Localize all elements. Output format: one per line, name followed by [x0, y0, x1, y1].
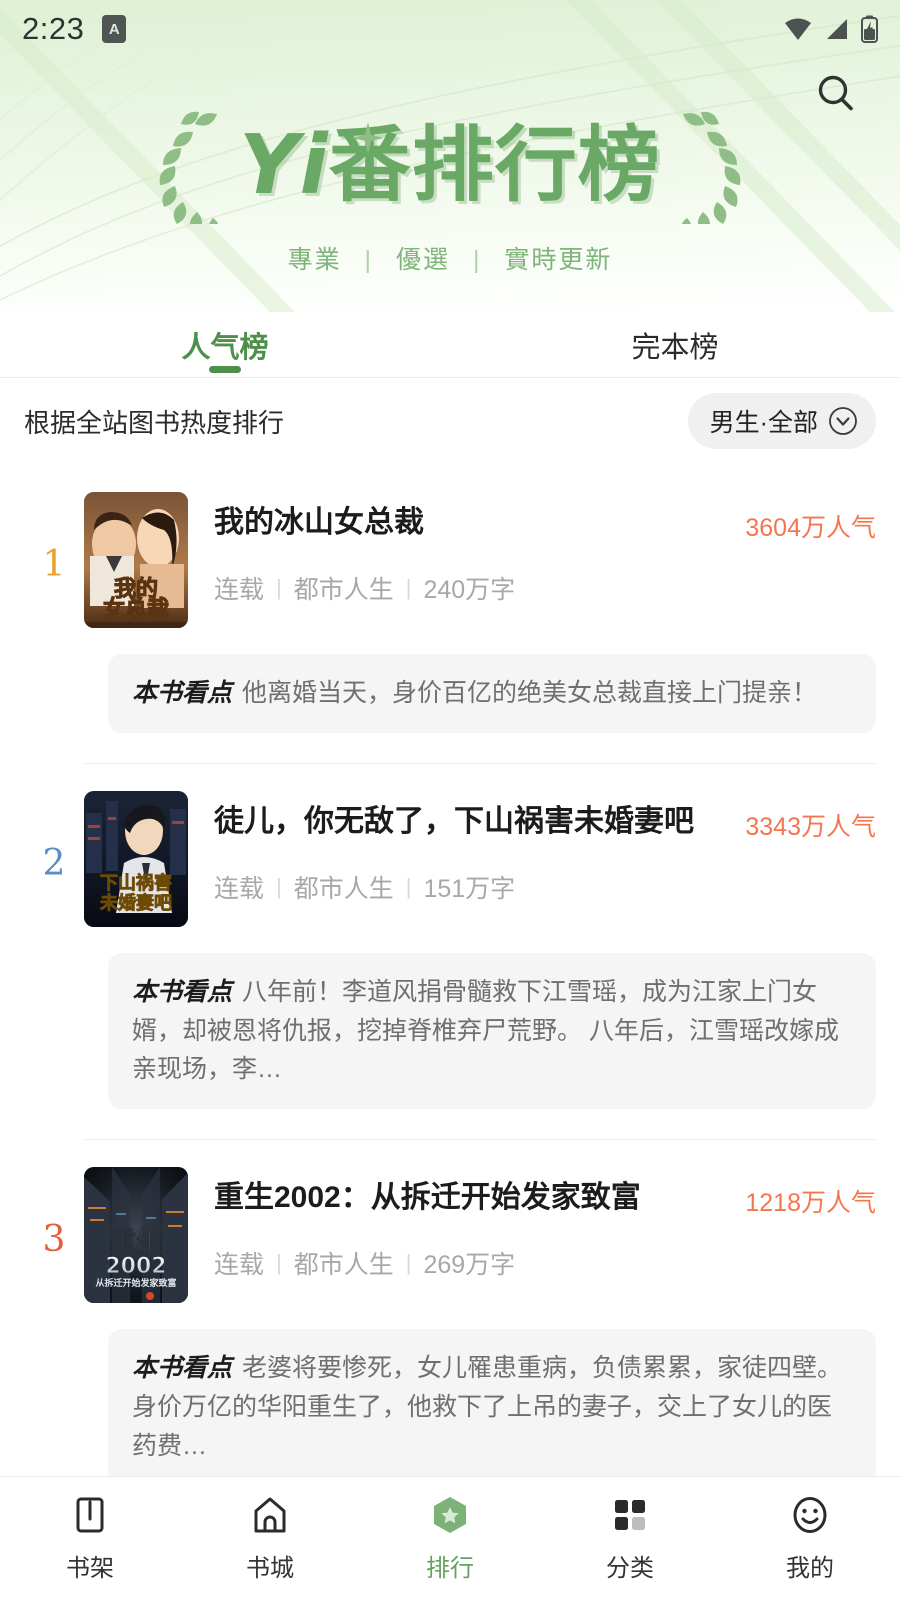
book-list-item[interactable]: 3 重生 2002 从拆迁开始发家致富 重生2002：从拆迁开始发家致富 121… [0, 1139, 900, 1515]
svg-text:从拆迁开始发家致富: 从拆迁开始发家致富 [95, 1277, 176, 1289]
book-heat: 3343万人气 [745, 812, 876, 841]
rank-number: 3 [42, 1219, 66, 1260]
book-blurb: 本书看点 八年前！李道风捐骨髓救下江雪瑶，成为江家上门女婿，却被恩将仇报，挖掉脊椎… [108, 952, 876, 1109]
list-subheader: 根据全站图书热度排行 男生·全部 [0, 378, 900, 464]
tagline-separator-0: | [364, 246, 374, 274]
bottom-navigation: 书架 书城 排行 分类 我的 [0, 1476, 900, 1600]
book-list-item[interactable]: 2 下山祸害 未婚妻吧 徒儿，你无敌了，下山祸害未婚妻吧 3343万人气 连载 … [0, 762, 900, 1139]
svg-text:下山祸害: 下山祸害 [100, 872, 172, 894]
book-cover-my-iceberg-ceo[interactable]: 我的 女总裁 [84, 492, 188, 628]
nav-label-ranking: 排行 [426, 1555, 474, 1582]
book-blurb: 本书看点 他离婚当天，身价百亿的绝美女总裁直接上门提亲！ [108, 654, 876, 733]
book-title[interactable]: 我的冰山女总裁 [214, 504, 731, 542]
tab-completed[interactable]: 完本榜 [450, 312, 900, 377]
laurel-left-icon [159, 111, 219, 224]
tab-popularity[interactable]: 人气榜 [0, 312, 450, 377]
search-icon [818, 75, 853, 111]
tagline-item-1: 優選 [395, 246, 450, 274]
nav-label-profile: 我的 [786, 1555, 834, 1582]
ranking-banner: 2:23 A Yi番排行榜 專業 | 優選 | 實時更新 [0, 0, 900, 312]
svg-text:未婚妻吧: 未婚妻吧 [100, 892, 172, 914]
nav-item-profile[interactable]: 我的 [720, 1494, 900, 1583]
book-words: 269万字 [423, 1251, 516, 1279]
meta-separator: | [276, 1250, 282, 1275]
book-status: 连载 [214, 874, 265, 903]
ranking-list: 1 我的 女总裁 我的冰山女总裁 3604万人气 连载 | 都市人生 | 240… [0, 464, 900, 1600]
tagline-item-0: 專業 [287, 246, 342, 274]
book-title[interactable]: 重生2002：从拆迁开始发家致富 [214, 1179, 731, 1217]
nav-item-category[interactable]: 分类 [540, 1494, 720, 1583]
book-cover-rebirth-2002[interactable]: 重生 2002 从拆迁开始发家致富 [84, 1167, 188, 1303]
ranking-tabs: 人气榜 完本榜 [0, 312, 900, 378]
book-heat: 3604万人气 [745, 514, 876, 542]
profile-smiley-icon [793, 1497, 827, 1533]
book-meta: 连载 | 都市人生 | 240万字 [214, 570, 876, 606]
nav-label-category: 分类 [606, 1555, 654, 1582]
bookshelf-icon [76, 1497, 104, 1533]
rank-number: 1 [42, 544, 66, 585]
rank-number: 2 [42, 842, 66, 884]
book-title[interactable]: 徒儿，你无敌了，下山祸害未婚妻吧 [214, 803, 731, 841]
book-words: 240万字 [423, 576, 516, 604]
book-category: 都市人生 [293, 874, 394, 903]
book-status: 连载 [214, 576, 265, 604]
battery-charging-icon [861, 15, 878, 43]
nav-item-bookstore[interactable]: 书城 [180, 1494, 360, 1583]
book-blurb: 本书看点 老婆将要惨死，女儿罹患重病，负债累累，家徒四壁。身价万亿的华阳重生了，他… [108, 1329, 876, 1486]
blurb-text: 老婆将要惨死，女儿罹患重病，负债累累，家徒四壁。身价万亿的华阳重生了，他救下了上… [132, 1354, 843, 1460]
meta-separator: | [405, 873, 412, 899]
blurb-text: 他离婚当天，身价百亿的绝美女总裁直接上门提亲！ [242, 679, 818, 707]
blurb-tag: 本书看点 [132, 679, 233, 707]
status-icons [783, 15, 878, 43]
ranking-badge-icon [434, 1497, 466, 1533]
nav-label-bookshelf: 书架 [66, 1555, 114, 1582]
status-bar: 2:23 A [0, 0, 900, 58]
ranking-logo-text: Yi番排行榜 [239, 122, 661, 207]
banner-tagline: 專業 | 優選 | 實時更新 [0, 240, 900, 276]
app-notification-icon: A [102, 15, 127, 43]
logo-block: Yi番排行榜 [0, 108, 900, 224]
book-status: 连载 [214, 1251, 265, 1279]
home-icon [254, 1497, 286, 1533]
status-time: 2:23 [22, 11, 85, 46]
meta-separator: | [276, 873, 282, 899]
search-button[interactable] [810, 68, 862, 120]
filter-label: 男生·全部 [709, 409, 818, 437]
app-root: 2:23 A Yi番排行榜 專業 | 優選 | 實時更新 人气榜 完本榜 根据全… [0, 0, 900, 1600]
nav-item-bookshelf[interactable]: 书架 [0, 1494, 180, 1583]
book-meta: 连载 | 都市人生 | 269万字 [214, 1245, 876, 1281]
gender-category-filter[interactable]: 男生·全部 [687, 393, 876, 449]
blurb-text: 八年前！李道风捐骨髓救下江雪瑶，成为江家上门女婿，却被恩将仇报，挖掉脊椎弃尸荒野… [132, 977, 839, 1084]
book-meta: 连载 | 都市人生 | 151万字 [214, 869, 876, 905]
book-cover-disciple-invincible[interactable]: 下山祸害 未婚妻吧 [84, 790, 188, 927]
blurb-tag: 本书看点 [132, 977, 233, 1006]
book-category: 都市人生 [293, 1251, 394, 1279]
blurb-tag: 本书看点 [132, 1354, 233, 1382]
meta-separator: | [405, 1250, 412, 1275]
tab-completed-label: 完本榜 [631, 331, 719, 364]
book-words: 151万字 [423, 874, 516, 903]
book-list-item[interactable]: 1 我的 女总裁 我的冰山女总裁 3604万人气 连载 | 都市人生 | 240… [0, 464, 900, 763]
nav-item-ranking[interactable]: 排行 [360, 1494, 540, 1583]
signal-icon [827, 19, 847, 39]
tagline-item-2: 實時更新 [504, 246, 613, 274]
laurel-right-icon [681, 111, 741, 224]
svg-text:2002: 2002 [105, 1254, 166, 1279]
wifi-icon [785, 18, 811, 40]
tab-popularity-label: 人气榜 [181, 331, 269, 364]
tagline-separator-1: | [472, 246, 482, 274]
book-category: 都市人生 [293, 576, 394, 604]
sparkle-icon [352, 122, 385, 154]
tab-active-underline [209, 366, 241, 373]
ranking-description: 根据全站图书热度排行 [24, 407, 285, 438]
grid-category-icon [615, 1500, 645, 1530]
book-heat: 1218万人气 [745, 1189, 876, 1217]
nav-label-bookstore: 书城 [246, 1555, 294, 1582]
meta-separator: | [405, 575, 412, 600]
chevron-down-circle-icon [829, 407, 857, 435]
meta-separator: | [276, 575, 282, 600]
logo-latin: Yi [239, 118, 329, 213]
svg-text:女总裁: 女总裁 [103, 596, 169, 622]
